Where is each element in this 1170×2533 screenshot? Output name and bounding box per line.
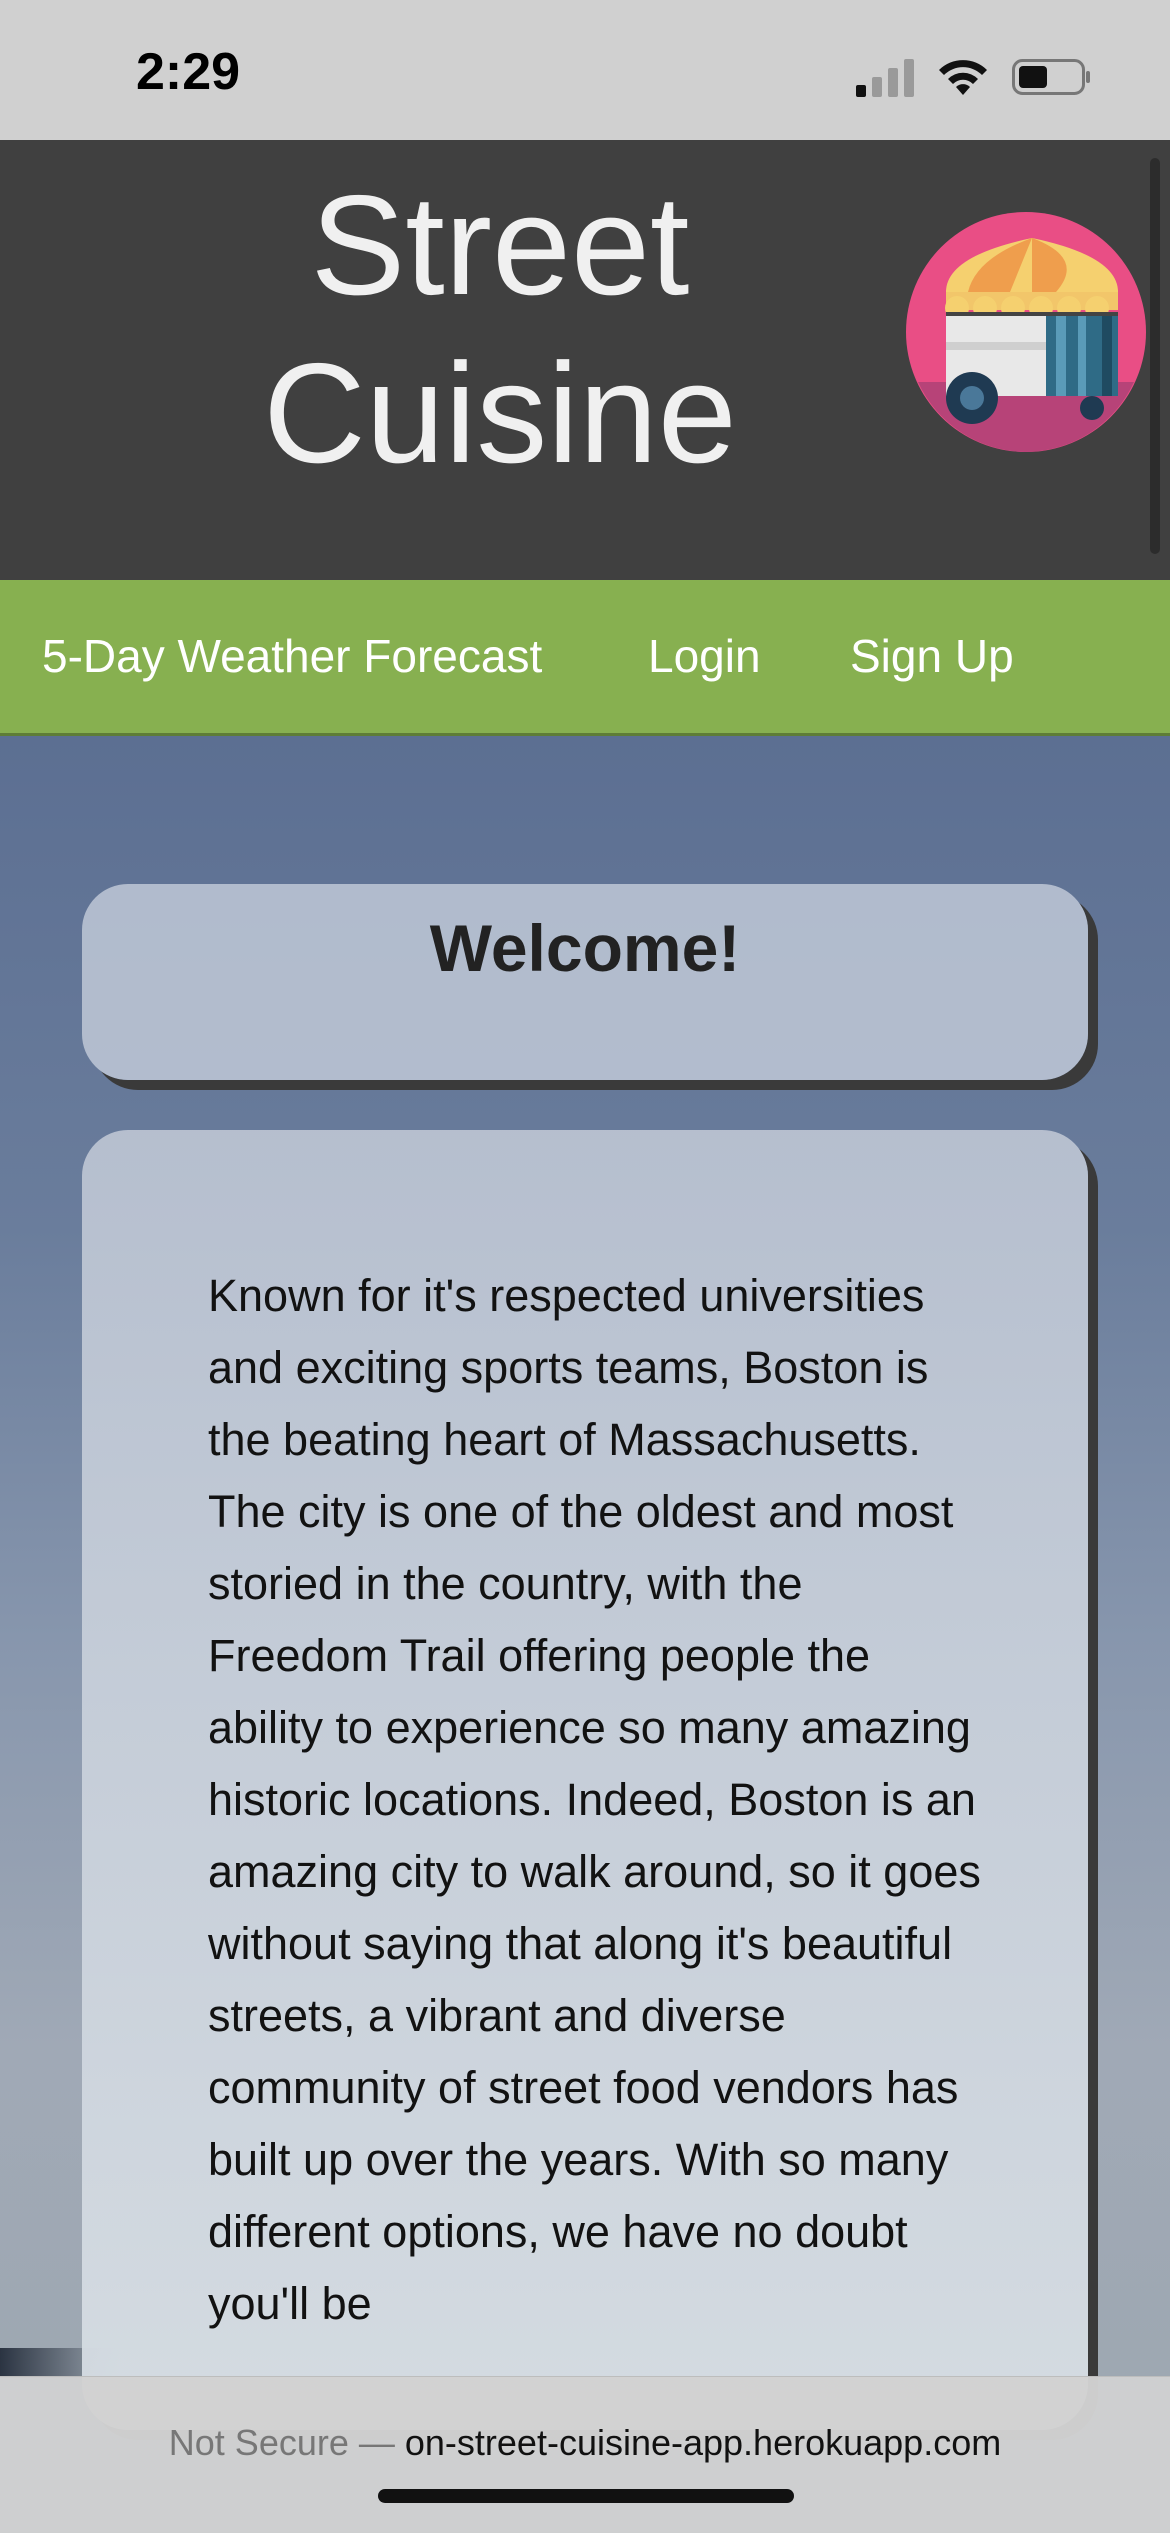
url-text: on-street-cuisine-app.herokuapp.com [404, 2422, 1002, 2463]
home-indicator[interactable] [378, 2489, 794, 2503]
wifi-icon [939, 60, 987, 95]
main-nav: 5-Day Weather Forecast Login Sign Up [0, 580, 1170, 736]
site-title-line1: Street [310, 166, 690, 325]
status-bar: 2:29 [0, 0, 1170, 140]
welcome-heading: Welcome! [429, 911, 741, 985]
cellular-signal-icon [856, 59, 914, 97]
status-icons [856, 54, 1092, 100]
about-paragraph: Known for it's respected universities an… [208, 1270, 981, 2329]
page-scrollbar[interactable] [1150, 158, 1160, 554]
site-header: Street Cuisine [0, 140, 1170, 580]
about-card: Known for it's respected universities an… [82, 1130, 1088, 2430]
food-cart-logo-icon[interactable] [906, 212, 1146, 452]
status-time: 2:29 [136, 43, 241, 101]
battery-icon [1012, 59, 1090, 95]
welcome-card: Welcome! [82, 884, 1088, 1080]
not-secure-label: Not Secure — [168, 2422, 395, 2463]
site-title[interactable]: Street Cuisine [180, 162, 820, 498]
browser-address-bar[interactable]: Not Secure — on-street-cuisine-app.herok… [0, 2376, 1170, 2533]
site-title-line2: Cuisine [263, 334, 737, 493]
nav-item-weather-forecast[interactable]: 5-Day Weather Forecast [42, 628, 542, 684]
nav-item-sign-up[interactable]: Sign Up [850, 628, 1014, 684]
nav-item-login[interactable]: Login [648, 628, 761, 684]
address-display[interactable]: Not Secure — on-street-cuisine-app.herok… [0, 2413, 1170, 2473]
